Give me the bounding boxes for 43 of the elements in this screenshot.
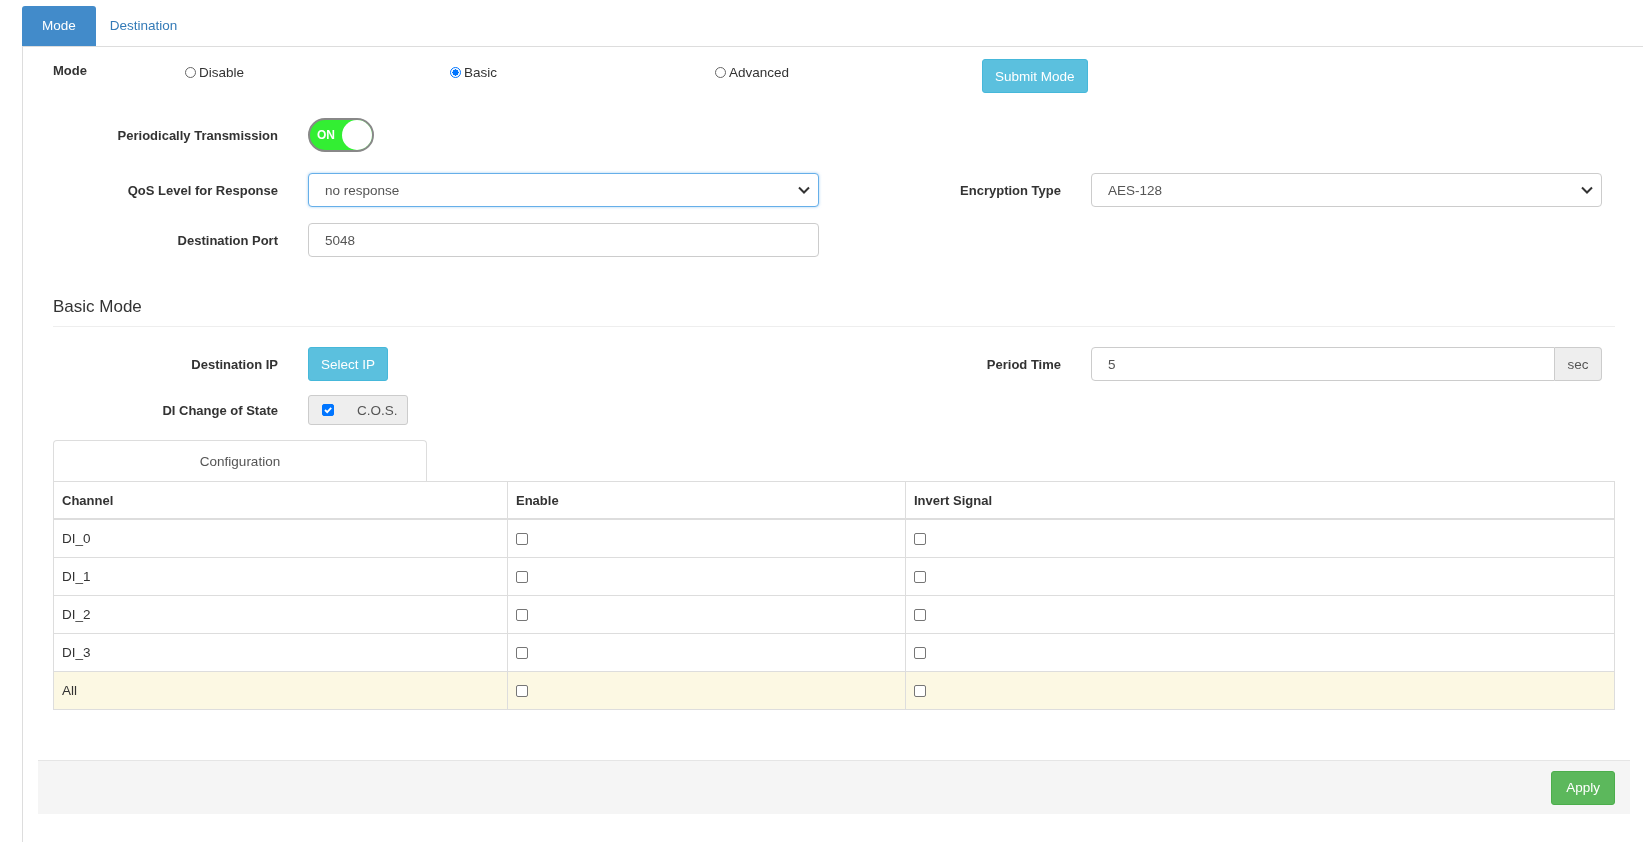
field-label: Destination IP xyxy=(190,356,279,372)
table-cell: DI_1 xyxy=(53,557,508,596)
field-label: DI Change of State xyxy=(161,402,279,418)
column-header: Channel xyxy=(53,481,508,519)
mode-radio-option[interactable]: Basic xyxy=(450,63,715,81)
checkbox[interactable] xyxy=(914,647,926,660)
checkbox[interactable] xyxy=(516,685,528,698)
chevron-down-icon xyxy=(798,186,810,194)
field-label: QoS Level for Response xyxy=(126,182,279,198)
table-cell: DI_3 xyxy=(53,633,508,672)
checkbox[interactable] xyxy=(914,685,926,698)
checkbox[interactable] xyxy=(914,609,926,622)
chevron-down-icon xyxy=(1581,186,1593,194)
field-label: Period Time xyxy=(985,356,1062,372)
column-header: Enable xyxy=(507,481,906,519)
field-label: Periodically Transmission xyxy=(116,127,279,143)
qos-select[interactable]: no response xyxy=(308,173,819,207)
port-input[interactable]: 5048 xyxy=(308,223,819,257)
field-label: Destination Port xyxy=(176,232,279,248)
checkbox[interactable] xyxy=(516,647,528,660)
configuration-tab[interactable]: Configuration xyxy=(53,440,427,481)
mode-radio-option[interactable]: Disable xyxy=(185,63,450,81)
cos-checkbox-button[interactable]: C.O.S. xyxy=(308,395,408,425)
section-heading: Basic Mode xyxy=(53,297,143,317)
table-cell: DI_0 xyxy=(53,519,508,558)
unit-addon: sec xyxy=(1555,347,1602,381)
table-cell: All xyxy=(53,671,508,710)
checkbox[interactable] xyxy=(914,533,926,546)
checkbox[interactable] xyxy=(516,533,528,546)
field-label: Encryption Type xyxy=(959,182,1062,198)
tab[interactable]: Mode xyxy=(22,6,96,46)
period-time-input[interactable]: 5 xyxy=(1091,347,1555,381)
checkbox[interactable] xyxy=(516,571,528,584)
checkbox[interactable] xyxy=(914,571,926,584)
checkbox[interactable] xyxy=(516,609,528,622)
checkbox[interactable] xyxy=(322,404,334,416)
encryption-select[interactable]: AES-128 xyxy=(1091,173,1602,207)
tab[interactable]: Destination xyxy=(95,6,192,46)
mode-radio-option[interactable]: Advanced xyxy=(715,63,982,81)
toggle-text: ON xyxy=(317,128,335,142)
column-header: Invert Signal xyxy=(905,481,1615,519)
mode-label: Mode xyxy=(53,63,88,78)
table-cell: DI_2 xyxy=(53,595,508,634)
